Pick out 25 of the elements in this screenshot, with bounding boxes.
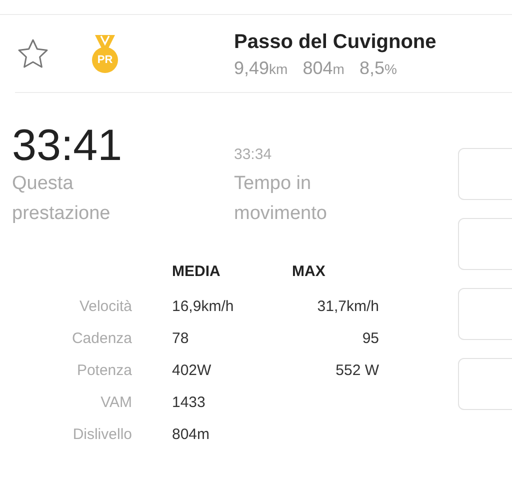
segment-stat: 804m <box>302 58 344 78</box>
table-cell: 78 <box>172 330 189 346</box>
segment-title: Passo del Cuvignone <box>234 30 436 54</box>
table-cell: 402W <box>172 362 212 378</box>
medal-ribbon-icon <box>93 34 117 48</box>
column-header: MAX <box>292 263 326 282</box>
row-label: Cadenza <box>72 330 132 346</box>
segment-stat: 8,5% <box>359 58 397 78</box>
row-label: Velocità <box>79 298 132 314</box>
time-label: Questa prestazione <box>12 172 112 226</box>
segment-stat: 9,49km <box>234 58 288 78</box>
table-cell: 95 <box>362 330 379 346</box>
time-value: 33:41 <box>12 123 124 169</box>
row-label: VAM <box>100 394 132 410</box>
table-cell: 552 W <box>336 362 379 378</box>
time-value: 33:34 <box>234 146 273 163</box>
table-cell: 31,7km/h <box>317 298 379 314</box>
time-label: Tempo in movimento <box>234 172 328 226</box>
table-cell: 804m <box>172 426 210 442</box>
table-cell: 16,9km/h <box>172 298 234 314</box>
column-header: MEDIA <box>172 263 222 282</box>
table-cell: 1433 <box>172 394 206 410</box>
row-label: Dislivello <box>72 426 132 442</box>
row-label: Potenza <box>76 362 132 378</box>
star-icon[interactable] <box>17 38 49 70</box>
